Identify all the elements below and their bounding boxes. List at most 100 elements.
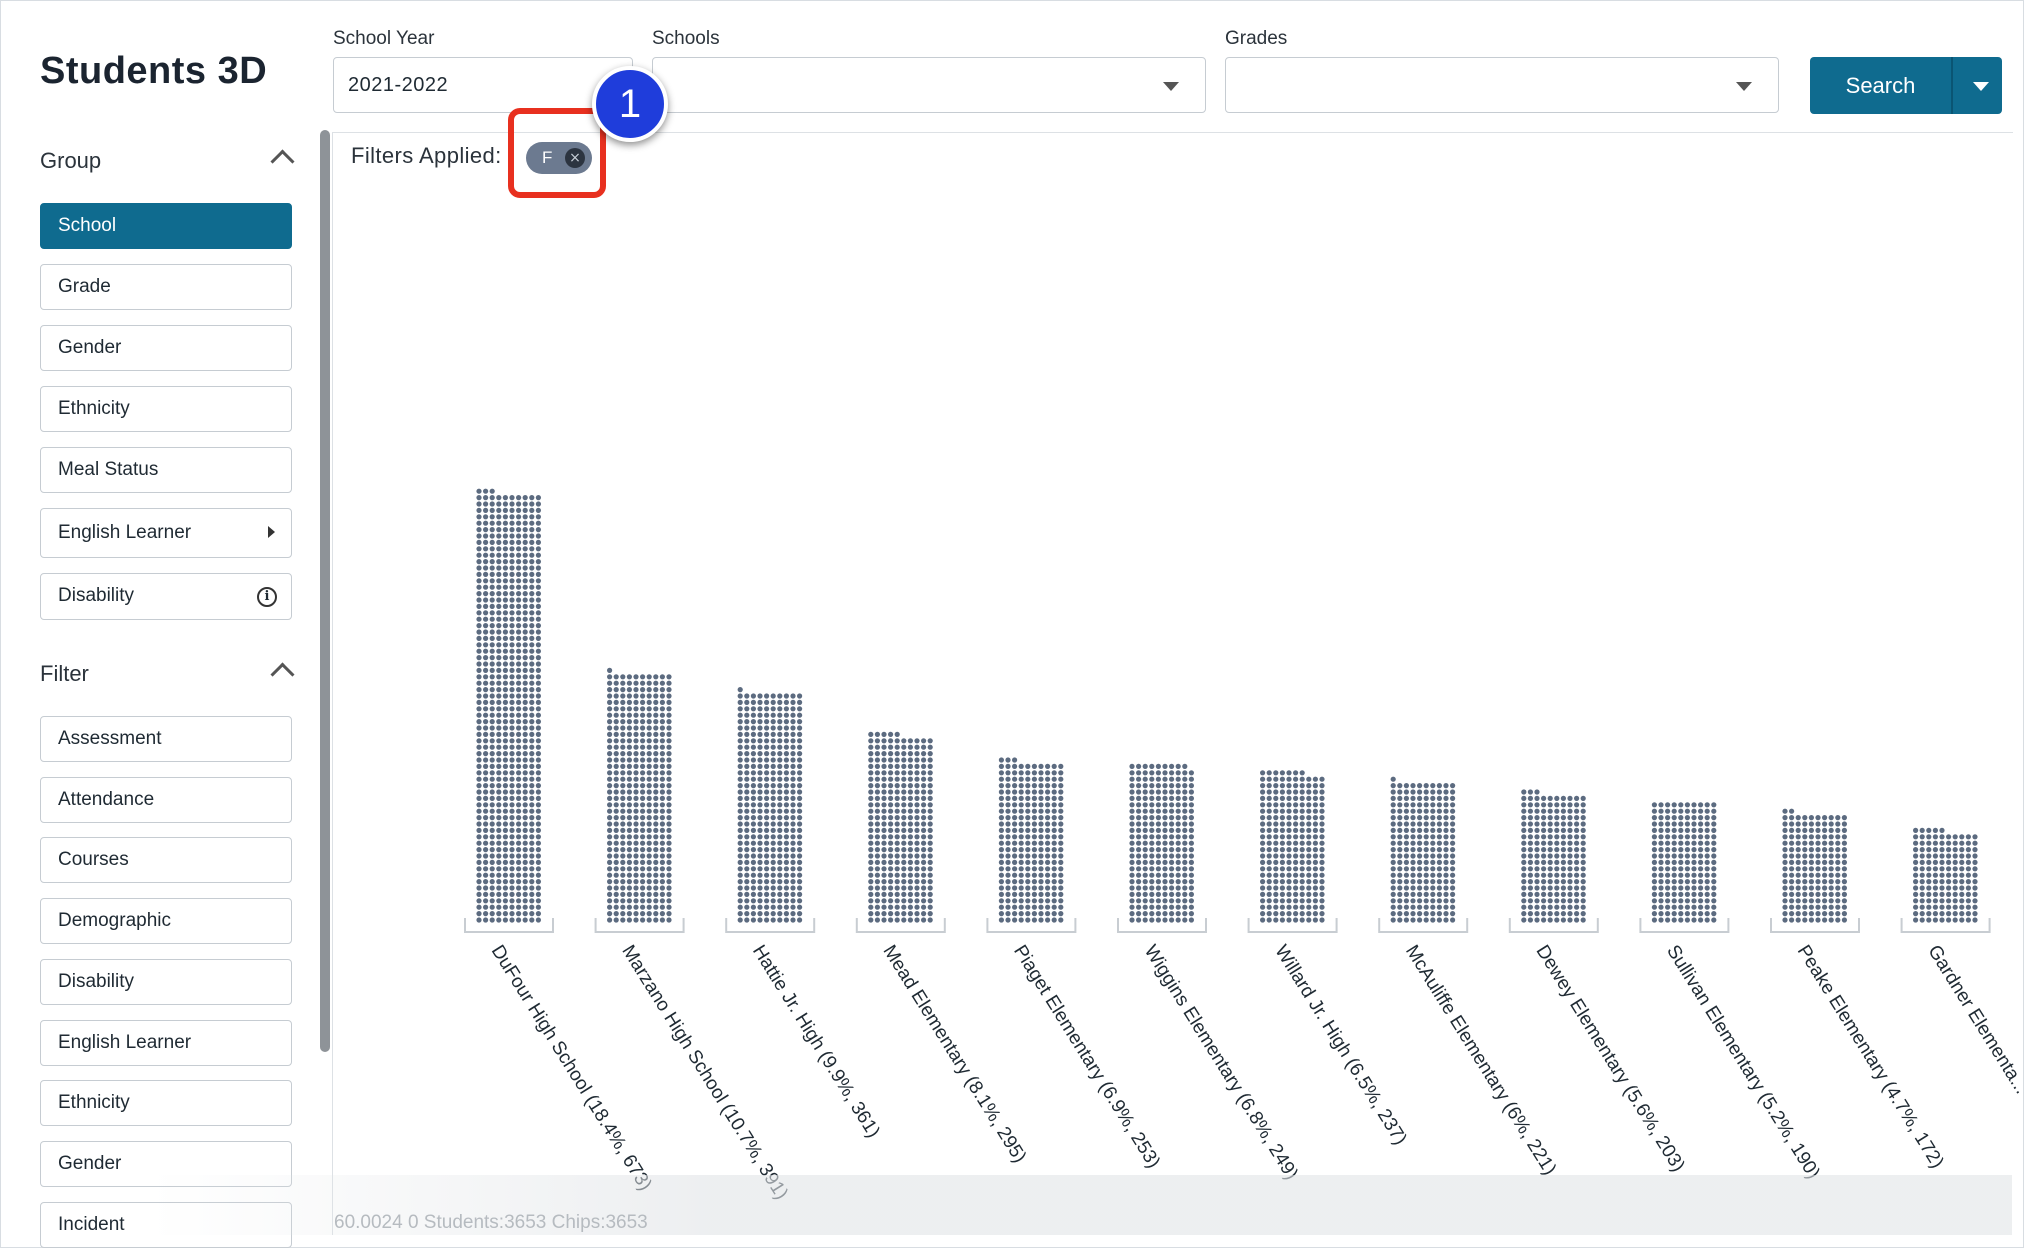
dot — [502, 712, 508, 718]
dot — [1005, 866, 1011, 872]
dot — [1129, 840, 1135, 846]
dot — [535, 783, 542, 789]
dot — [607, 853, 613, 859]
dot — [1423, 795, 1429, 802]
bar-4[interactable] — [998, 757, 1064, 923]
dot — [1782, 911, 1788, 917]
dot — [1403, 859, 1409, 866]
dot — [1450, 911, 1456, 917]
dot — [1162, 834, 1168, 840]
dot — [476, 635, 482, 642]
dot — [1527, 917, 1533, 923]
bar-6[interactable] — [1260, 770, 1325, 923]
dot — [502, 597, 508, 603]
dot — [613, 891, 619, 898]
dot — [483, 693, 489, 699]
dot — [1932, 879, 1938, 885]
dot — [1045, 783, 1051, 789]
dot — [868, 751, 874, 757]
dot — [790, 763, 796, 770]
dot — [1038, 898, 1044, 904]
dot — [1188, 872, 1194, 878]
dot — [1136, 763, 1142, 770]
dot — [1972, 859, 1978, 866]
bar-2[interactable] — [737, 687, 803, 923]
dot — [1319, 834, 1325, 840]
dot — [998, 847, 1005, 853]
dot — [1031, 904, 1037, 910]
dot — [1841, 853, 1847, 859]
dot — [1835, 815, 1841, 821]
bar-8[interactable] — [1521, 789, 1586, 923]
dot — [1045, 898, 1051, 904]
dot — [640, 847, 646, 853]
dot — [1012, 859, 1018, 866]
dot — [1450, 840, 1456, 846]
dot — [1567, 821, 1573, 827]
dot — [1835, 917, 1841, 923]
dot — [750, 815, 757, 821]
dot — [535, 699, 542, 706]
dot — [1443, 834, 1449, 840]
dot — [881, 808, 887, 814]
dot — [1782, 821, 1788, 827]
dot — [1665, 853, 1671, 859]
dot — [1926, 872, 1932, 878]
dot — [1521, 911, 1527, 917]
dot — [633, 904, 639, 910]
dot — [1795, 911, 1801, 917]
dot — [535, 904, 542, 910]
dot — [797, 872, 803, 878]
dot — [770, 827, 776, 834]
dot — [750, 731, 757, 738]
bar-3[interactable] — [868, 731, 933, 923]
dot — [1188, 885, 1194, 891]
dot — [868, 776, 874, 782]
dot — [1129, 789, 1135, 795]
dot — [509, 763, 515, 770]
dot — [1286, 891, 1292, 898]
dot — [1815, 859, 1821, 866]
dot — [1423, 783, 1429, 789]
dot — [620, 834, 626, 840]
dot — [797, 776, 803, 782]
dot — [737, 789, 743, 795]
dot — [1005, 840, 1011, 846]
category-label-2: Hattie Jr. High (9.9%, 361) — [748, 942, 884, 1142]
dot — [894, 898, 900, 904]
dot — [907, 770, 914, 776]
dot — [620, 706, 626, 712]
dot — [666, 834, 672, 840]
bar-0[interactable] — [476, 488, 542, 923]
dot — [790, 866, 796, 872]
dot — [653, 699, 659, 706]
dot — [1058, 776, 1064, 782]
dot — [1423, 821, 1429, 827]
dot — [509, 757, 515, 763]
bar-11[interactable] — [1913, 827, 1978, 923]
bar-5[interactable] — [1129, 763, 1194, 923]
bar-9[interactable] — [1651, 802, 1717, 923]
dot — [868, 744, 874, 750]
dot — [1312, 821, 1318, 827]
dot — [613, 815, 619, 821]
dot — [1684, 891, 1690, 898]
dot — [790, 738, 796, 744]
dot — [1397, 795, 1403, 802]
bar-10[interactable] — [1782, 808, 1847, 923]
dot — [522, 725, 528, 731]
dot — [646, 885, 652, 891]
dot — [509, 687, 515, 693]
bar-1[interactable] — [607, 667, 672, 923]
dot — [777, 911, 783, 917]
dot — [659, 795, 666, 802]
dot — [666, 879, 672, 885]
dot — [1293, 891, 1299, 898]
bar-7[interactable] — [1390, 776, 1456, 923]
dot — [881, 885, 887, 891]
dot — [1293, 917, 1299, 923]
dot — [1430, 885, 1436, 891]
dot — [1031, 783, 1037, 789]
dot — [476, 655, 482, 661]
dot — [1319, 802, 1325, 808]
